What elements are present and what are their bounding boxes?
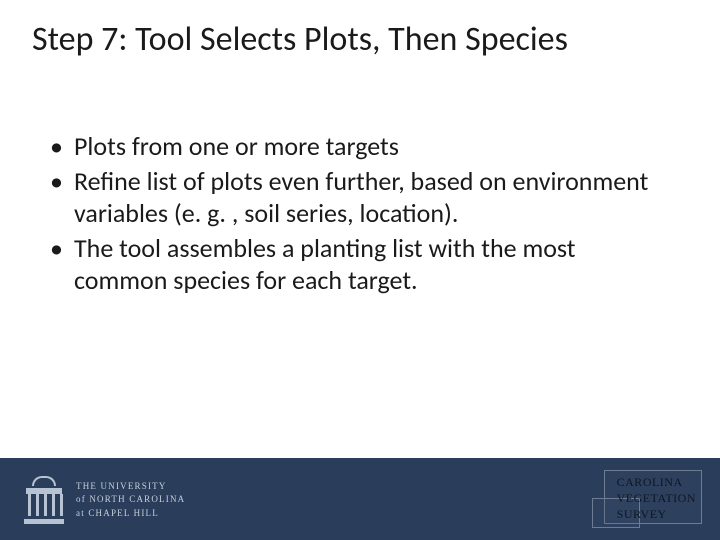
slide: Step 7: Tool Selects Plots, Then Species… bbox=[0, 0, 720, 540]
cvs-line: VEGETATION bbox=[617, 490, 696, 506]
bullet-item: Plots from one or more targets bbox=[46, 130, 674, 163]
unc-logo: THE UNIVERSITY of NORTH CAROLINA at CHAP… bbox=[24, 474, 185, 526]
cvs-line: CAROLINA bbox=[617, 474, 696, 490]
slide-content: Plots from one or more targets Refine li… bbox=[46, 130, 674, 299]
unc-line: at CHAPEL HILL bbox=[76, 507, 185, 520]
bullet-list: Plots from one or more targets Refine li… bbox=[46, 130, 674, 297]
unc-wordmark: THE UNIVERSITY of NORTH CAROLINA at CHAP… bbox=[76, 480, 185, 519]
footer-band: THE UNIVERSITY of NORTH CAROLINA at CHAP… bbox=[0, 458, 720, 540]
cvs-wordmark: CAROLINA VEGETATION SURVEY bbox=[617, 474, 696, 523]
unc-line: THE UNIVERSITY bbox=[76, 480, 185, 493]
slide-title: Step 7: Tool Selects Plots, Then Species bbox=[32, 20, 688, 61]
old-well-icon bbox=[24, 474, 64, 526]
cvs-badge: CAROLINA VEGETATION SURVEY bbox=[592, 470, 702, 528]
bullet-item: The tool assembles a planting list with … bbox=[46, 232, 674, 297]
unc-line: of NORTH CAROLINA bbox=[76, 493, 185, 506]
bullet-item: Refine list of plots even further, based… bbox=[46, 165, 674, 230]
cvs-line: SURVEY bbox=[617, 506, 696, 522]
